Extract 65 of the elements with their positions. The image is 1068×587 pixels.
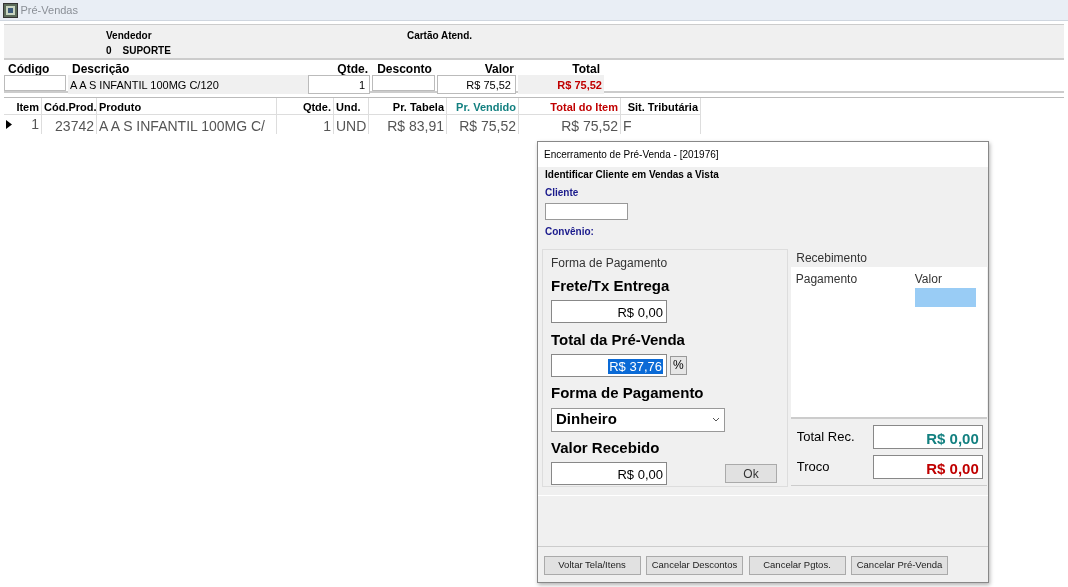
amount-field: R$ 0,00 bbox=[872, 425, 983, 449]
footer-button[interactable]: Cancelar Pgtos. bbox=[748, 556, 846, 575]
column-header: Total bbox=[571, 61, 601, 75]
payment-dropdown[interactable]: Dinheiro bbox=[551, 407, 725, 432]
column-header: Und. bbox=[334, 98, 369, 114]
column-header: Valor bbox=[483, 61, 515, 75]
description-text: A A S INFANTIL 100MG C/120 bbox=[68, 75, 308, 94]
input-field[interactable]: 1 bbox=[308, 75, 370, 94]
table-cell: 23742 bbox=[42, 114, 97, 134]
column-header: Qtde. bbox=[277, 98, 334, 114]
column-header: Pagamento bbox=[795, 271, 859, 288]
table-cell: R$ 83,91 bbox=[369, 114, 447, 134]
column-header: Sit. Tributária bbox=[621, 98, 701, 114]
total-value: R$ 75,52 bbox=[518, 75, 604, 94]
agreement-label: Convênio: bbox=[545, 224, 595, 239]
client-field[interactable] bbox=[545, 202, 628, 220]
footer-button[interactable]: Cancelar Descontos bbox=[646, 556, 743, 575]
seller-code: 0 bbox=[106, 44, 112, 58]
input-field[interactable]: R$ 75,52 bbox=[437, 75, 516, 94]
chevron-down-icon bbox=[712, 417, 720, 422]
column-header: Qtde. bbox=[336, 61, 369, 75]
total-field[interactable]: R$ 37,76 bbox=[551, 353, 667, 377]
field-label: Total Rec. bbox=[796, 428, 855, 447]
freight-field[interactable]: R$ 0,00 bbox=[551, 300, 667, 323]
field-label: Valor Recebido bbox=[551, 438, 661, 458]
input-field[interactable] bbox=[372, 75, 435, 91]
footer-button[interactable]: Cancelar Pré-Venda bbox=[851, 556, 948, 575]
card-label: Cartão Atend. bbox=[406, 29, 473, 43]
app-icon bbox=[2, 2, 18, 18]
window-title: Pré-Vendas bbox=[20, 2, 78, 18]
percent-button[interactable]: % bbox=[669, 355, 687, 375]
received-field[interactable]: R$ 0,00 bbox=[551, 462, 667, 486]
group-label: Forma de Pagamento bbox=[551, 255, 669, 272]
column-header: Pr. Vendido bbox=[447, 98, 519, 114]
table-cell: UND bbox=[334, 114, 369, 134]
column-header: Item bbox=[4, 98, 42, 114]
column-header: Total do Item bbox=[519, 98, 621, 114]
field-label: Total da Pré-Venda bbox=[551, 329, 686, 350]
table-cell: R$ 75,52 bbox=[519, 114, 621, 134]
input-field[interactable] bbox=[4, 75, 66, 91]
field-label: Troco bbox=[796, 457, 830, 476]
field-label: Forma de Pagamento bbox=[551, 383, 705, 404]
client-label: Cliente bbox=[545, 185, 580, 200]
table-cell: F bbox=[621, 114, 701, 134]
dialog-title: Encerramento de Pré-Venda - [201976] bbox=[538, 142, 988, 167]
footer-button[interactable]: Voltar Tela/Itens bbox=[543, 556, 641, 575]
amount-field: R$ 0,00 bbox=[872, 454, 983, 479]
column-header: Descrição bbox=[71, 61, 131, 75]
table-cell-text: 1 bbox=[31, 115, 39, 134]
field-label: Frete/Tx Entrega bbox=[551, 275, 671, 296]
column-header: Valor bbox=[914, 271, 942, 288]
seller-name: SUPORTE bbox=[122, 44, 171, 58]
table-cell: 1 bbox=[277, 114, 334, 134]
group-label: Recebimento bbox=[795, 250, 868, 267]
column-header: Pr. Tabela bbox=[369, 98, 447, 114]
selected-cell bbox=[914, 288, 976, 307]
column-header: Produto bbox=[97, 98, 277, 114]
table-cell: A A S INFANTIL 100MG C/ bbox=[97, 114, 277, 134]
table-cell: R$ 75,52 bbox=[447, 114, 519, 134]
ok-button[interactable]: Ok bbox=[725, 464, 777, 484]
section-title: Identificar Cliente em Vendas a Vista bbox=[545, 168, 720, 182]
column-header: Código bbox=[7, 61, 51, 75]
column-header: Desconto bbox=[376, 61, 433, 75]
column-header: Cód.Prod. bbox=[42, 98, 97, 114]
seller-label: Vendedor bbox=[106, 29, 153, 43]
